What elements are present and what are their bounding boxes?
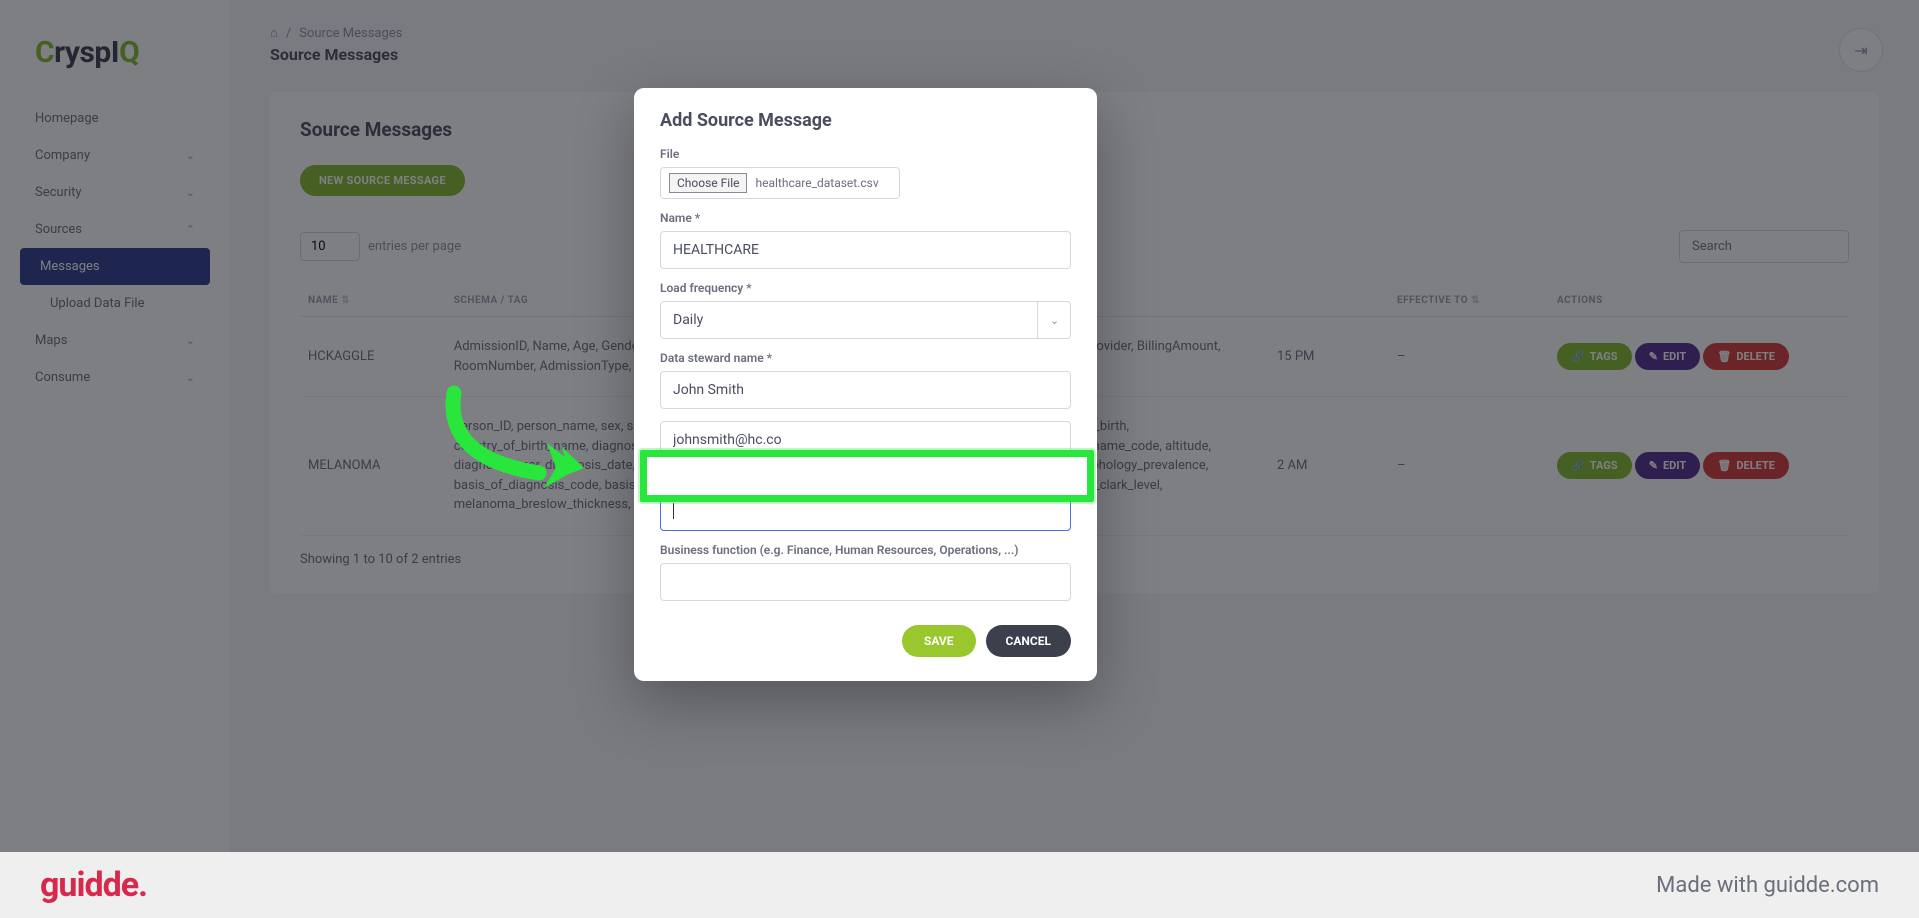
freq-label: Load frequency *	[660, 281, 1071, 295]
text-cursor	[673, 503, 674, 519]
biz-label: Business function (e.g. Finance, Human R…	[660, 543, 1071, 557]
steward-label: Data steward name *	[660, 351, 1071, 365]
file-input-row: Choose File healthcare_dataset.csv	[660, 167, 900, 199]
made-with-text: Made with guidde.com	[1656, 873, 1879, 898]
name-label: Name *	[660, 211, 1071, 225]
annotation-highlight	[640, 450, 1094, 502]
save-button[interactable]: SAVE	[902, 625, 976, 657]
data-steward-name-input[interactable]	[660, 371, 1071, 409]
file-name: healthcare_dataset.csv	[755, 176, 878, 190]
business-function-input[interactable]	[660, 563, 1071, 601]
choose-file-button[interactable]: Choose File	[669, 173, 747, 193]
cancel-button[interactable]: CANCEL	[986, 625, 1071, 657]
name-input[interactable]	[660, 231, 1071, 269]
guidde-logo: guidde.	[40, 865, 147, 905]
add-source-message-modal: Add Source Message File Choose File heal…	[634, 88, 1097, 681]
load-frequency-select[interactable]	[660, 301, 1071, 339]
modal-title: Add Source Message	[660, 110, 1071, 131]
file-label: File	[660, 147, 1071, 161]
bottom-bar: guidde. Made with guidde.com	[0, 852, 1919, 918]
